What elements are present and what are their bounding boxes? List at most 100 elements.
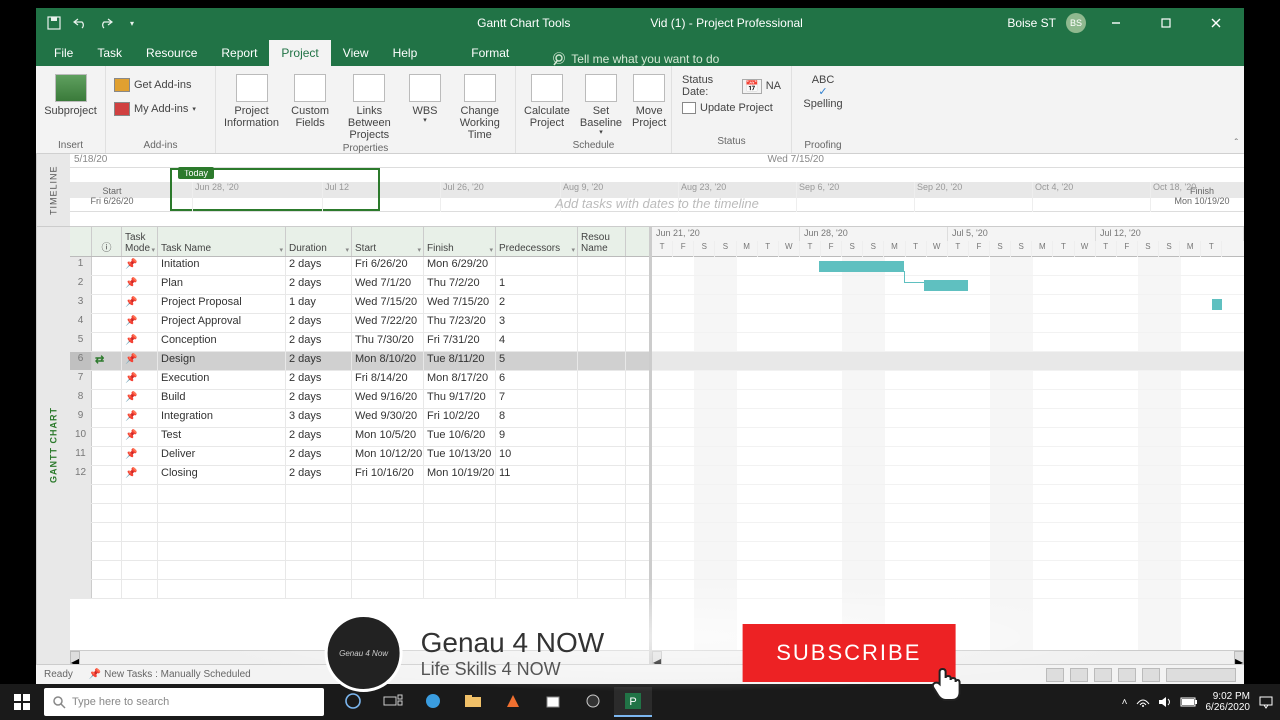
col-task-mode: Task Mode▾ [122,227,158,256]
titlebar: ▾ Gantt Chart Tools Vid (1) - Project Pr… [36,8,1244,38]
spelling-button[interactable]: ABC ✓ Spelling [800,70,846,110]
chart-row[interactable] [652,523,1244,542]
tray-up-icon[interactable]: ˄ [1122,697,1128,708]
view-report-icon[interactable] [1142,668,1160,682]
table-row[interactable] [70,504,649,523]
start-button[interactable] [0,684,44,720]
chart-row[interactable] [652,580,1244,599]
table-row[interactable] [70,485,649,504]
user-avatar[interactable]: BS [1066,13,1086,33]
timeline-placeholder: Add tasks with dates to the timeline [555,196,759,211]
update-project-button[interactable]: Update Project [682,100,781,116]
status-ready: Ready [44,669,73,680]
col-start: Start▾ [352,227,424,256]
move-project-button[interactable]: Move Project [632,70,666,129]
col-resource-names: Resou Name [578,227,626,256]
timeline-start: StartFri 6/26/20 [72,186,152,206]
chart-row[interactable] [652,314,1244,333]
tab-resource[interactable]: Resource [134,40,209,66]
table-row[interactable]: 3📌Project Proposal1 dayWed 7/15/20Wed 7/… [70,295,649,314]
redo-icon[interactable] [98,15,114,31]
maximize-button[interactable] [1146,8,1186,38]
youtube-overlay: Genau 4 Now Genau 4 NOW Life Skills 4 NO… [325,614,956,692]
task-grid[interactable]: ⓘ Task Mode▾ Task Name▾ Duration▾ Start▾… [70,227,652,664]
subscribe-button[interactable]: SUBSCRIBE [742,624,955,682]
collapse-ribbon-icon[interactable]: ˆ [1235,138,1238,149]
project-information-button[interactable]: Project Information [224,70,279,129]
table-row[interactable] [70,523,649,542]
chart-row[interactable] [652,561,1244,580]
tab-format[interactable]: Format [459,40,521,66]
tell-me-search[interactable]: Tell me what you want to do [551,52,719,66]
chart-row[interactable] [652,485,1244,504]
chart-row[interactable] [652,390,1244,409]
my-addins-button[interactable]: My Add-ins ▾ [114,100,196,118]
table-row[interactable]: 8📌Build2 daysWed 9/16/20Thu 9/17/207 [70,390,649,409]
gantt-bar[interactable] [924,280,968,291]
calculate-project-button[interactable]: Calculate Project [524,70,570,129]
custom-fields-button[interactable]: Custom Fields [289,70,331,129]
tab-task[interactable]: Task [85,40,134,66]
view-resource-sheet-icon[interactable] [1118,668,1136,682]
gantt-bar[interactable] [819,261,904,272]
view-team-planner-icon[interactable] [1094,668,1112,682]
tools-title: Gantt Chart Tools [477,16,570,30]
wbs-button[interactable]: WBS▾ [407,70,442,125]
status-new-tasks[interactable]: 📌 New Tasks : Manually Scheduled [89,669,251,680]
cursor-hand-icon [925,664,965,704]
table-row[interactable]: 12📌Closing2 daysFri 10/16/20Mon 10/19/20… [70,466,649,485]
subproject-button[interactable]: Subproject [44,70,97,117]
links-between-projects-button[interactable]: Links Between Projects [341,70,397,141]
chart-row[interactable] [652,295,1244,314]
close-button[interactable] [1196,8,1236,38]
tab-help[interactable]: Help [381,40,430,66]
chart-row[interactable] [652,504,1244,523]
volume-icon[interactable] [1158,696,1172,708]
table-row[interactable]: 7📌Execution2 daysFri 8/14/20Mon 8/17/206 [70,371,649,390]
table-row[interactable]: 6⇄📌Design2 daysMon 8/10/20Tue 8/11/205 [70,352,649,371]
table-row[interactable]: 5📌Conception2 daysThu 7/30/20Fri 7/31/20… [70,333,649,352]
chart-row[interactable] [652,542,1244,561]
table-row[interactable] [70,542,649,561]
qat-dropdown-icon[interactable]: ▾ [124,15,140,31]
tab-report[interactable]: Report [209,40,269,66]
taskbar-search[interactable]: Type here to search [44,688,324,716]
table-row[interactable]: 1📌Initation2 daysFri 6/26/20Mon 6/29/20 [70,257,649,276]
get-addins-button[interactable]: Get Add-ins [114,76,191,94]
change-working-time-button[interactable]: Change Working Time [453,70,507,141]
menu-bar: FileTaskResourceReportProjectViewHelp Fo… [36,38,1244,66]
minimize-button[interactable] [1096,8,1136,38]
tab-file[interactable]: File [42,40,85,66]
battery-icon[interactable] [1180,697,1198,707]
undo-icon[interactable] [72,15,88,31]
table-row[interactable] [70,561,649,580]
chart-row[interactable] [652,352,1244,371]
notifications-icon[interactable] [1258,695,1274,709]
table-row[interactable]: 4📌Project Approval2 daysWed 7/22/20Thu 7… [70,314,649,333]
chart-row[interactable] [652,371,1244,390]
chart-row[interactable] [652,257,1244,276]
chart-row[interactable] [652,466,1244,485]
chart-row[interactable] [652,447,1244,466]
timeline-panel[interactable]: 5/18/20Wed 7/15/20 Today StartFri 6/26/2… [70,154,1244,226]
zoom-slider[interactable] [1166,668,1236,682]
set-baseline-button[interactable]: Set Baseline▾ [580,70,622,137]
chart-row[interactable] [652,333,1244,352]
chart-row[interactable] [652,428,1244,447]
table-row[interactable]: 11📌Deliver2 daysMon 10/12/20Tue 10/13/20… [70,447,649,466]
table-row[interactable]: 9📌Integration3 daysWed 9/30/20Fri 10/2/2… [70,409,649,428]
table-row[interactable]: 10📌Test2 daysMon 10/5/20Tue 10/6/209 [70,428,649,447]
taskbar-clock[interactable]: 9:02 PM6/26/2020 [1206,691,1251,713]
table-row[interactable] [70,580,649,599]
chart-row[interactable] [652,409,1244,428]
save-icon[interactable] [46,15,62,31]
view-gantt-icon[interactable] [1046,668,1064,682]
gantt-chart[interactable]: Jun 21, '20Jun 28, '20Jul 5, '20Jul 12, … [652,227,1244,664]
table-row[interactable]: 2📌Plan2 daysWed 7/1/20Thu 7/2/201 [70,276,649,295]
chart-row[interactable] [652,276,1244,295]
tab-project[interactable]: Project [269,40,330,66]
timeline-side-label: TIMELINE [36,154,70,226]
view-task-usage-icon[interactable] [1070,668,1088,682]
wifi-icon[interactable] [1136,696,1150,708]
tab-view[interactable]: View [331,40,381,66]
